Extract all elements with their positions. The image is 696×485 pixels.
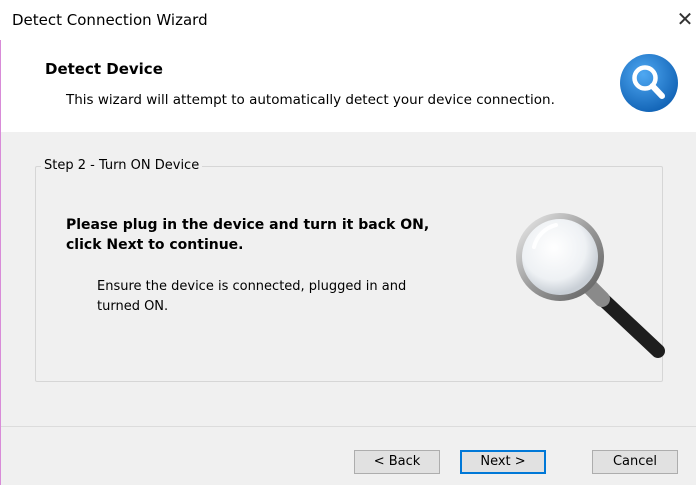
back-button[interactable]: < Back [354, 450, 440, 474]
title-bar: Detect Connection Wizard ✕ [0, 0, 696, 40]
step-legend: Step 2 - Turn ON Device [41, 158, 203, 173]
next-button[interactable]: Next > [460, 450, 546, 474]
close-button[interactable]: ✕ [674, 6, 696, 32]
step-instruction: Please plug in the device and turn it ba… [66, 217, 430, 253]
magnifying-glass-icon [516, 213, 665, 358]
window-title: Detect Connection Wizard [12, 11, 208, 29]
wizard-footer: < Back Next > Cancel [1, 427, 696, 485]
step-note: Ensure the device is connected, plugged … [97, 279, 407, 314]
header-description: This wizard will attempt to automaticall… [66, 92, 555, 108]
wizard-body: Step 2 - Turn ON Device Please plug in t… [1, 132, 696, 426]
search-icon [620, 54, 678, 112]
cancel-button[interactable]: Cancel [592, 450, 678, 474]
step-groupbox: Step 2 - Turn ON Device Please plug in t… [35, 158, 665, 382]
wizard-header: Detect Device This wizard will attempt t… [1, 40, 696, 132]
header-title: Detect Device [45, 60, 163, 78]
